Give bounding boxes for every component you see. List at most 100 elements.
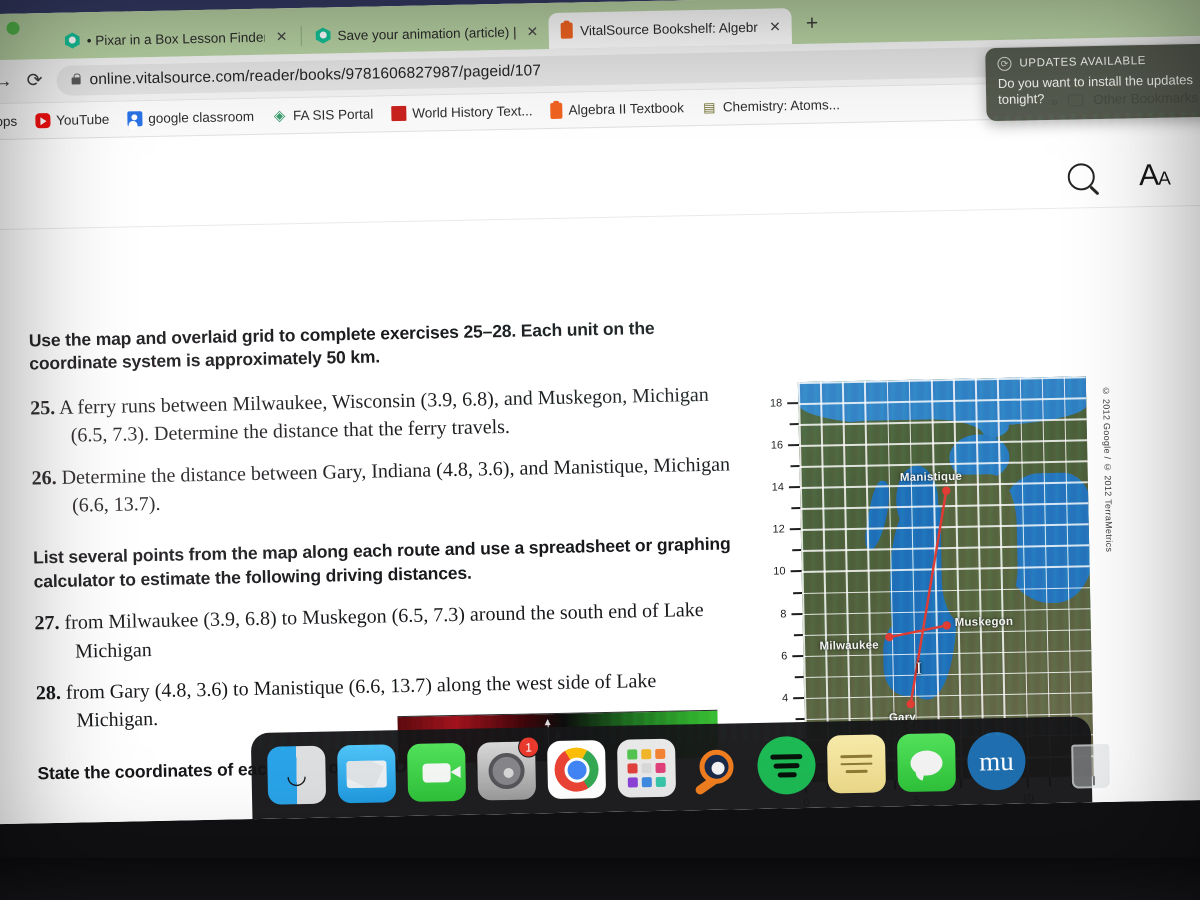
y-tick-8: 8 xyxy=(780,608,803,620)
reload-icon[interactable]: ⟳ xyxy=(26,69,42,92)
tab-close-icon[interactable]: ✕ xyxy=(272,28,292,45)
y-tick-label: 14 xyxy=(771,481,785,494)
update-notification[interactable]: ⟳ UPDATES AVAILABLE Do you want to insta… xyxy=(985,43,1200,121)
bookmark-label: Chemistry: Atoms... xyxy=(722,97,841,115)
tab-title: VitalSource Bookshelf: Algebra xyxy=(580,19,759,38)
exercise-27: 27. from Milwaukee (3.9, 6.8) to Muskego… xyxy=(34,596,735,667)
dock-item-messages[interactable] xyxy=(896,732,957,793)
dock-item-mail[interactable] xyxy=(337,744,397,804)
y-tick-14: 14 xyxy=(772,481,800,494)
vitalsource-icon xyxy=(561,22,574,39)
dock-item-trash[interactable] xyxy=(1061,730,1120,789)
exercise-number: 27. xyxy=(34,612,60,635)
exercise-text: A ferry runs between Milwaukee, Wisconsi… xyxy=(58,383,709,447)
y-tick-label: 10 xyxy=(773,565,786,579)
route-line xyxy=(909,490,948,705)
chrome-window: • Pixar in a Box Lesson Finder | ✕ Save … xyxy=(0,0,1200,825)
tab-title: • Pixar in a Box Lesson Finder | xyxy=(86,29,265,48)
dock-item-blender[interactable] xyxy=(687,737,746,797)
dock-item-musescore[interactable]: mu xyxy=(966,731,1027,791)
khan-academy-icon xyxy=(65,32,80,48)
tick-mark xyxy=(795,717,805,721)
map-label-manistique: Manistique xyxy=(899,470,963,484)
map-marker[interactable] xyxy=(942,486,951,495)
bookmark-algebra-ii-textbook[interactable]: Algebra II Textbook xyxy=(541,100,693,119)
search-icon[interactable] xyxy=(1067,163,1096,191)
y-tick-9 xyxy=(793,591,803,594)
map-marker[interactable] xyxy=(942,621,951,630)
y-tick-4: 4 xyxy=(781,692,805,705)
macos-dock: ◡ 1 mu xyxy=(250,716,1111,820)
screen-photo: Tab Window Help 3:58 ◉ ⌃ ⌕ ▤ • Pixar in … xyxy=(0,0,1200,900)
y-tick-12: 12 xyxy=(772,523,801,536)
exercise-number: 26. xyxy=(31,466,57,490)
musescore-icon: mu xyxy=(978,745,1015,777)
bookmark-chemistry-atoms[interactable]: ▤ Chemistry: Atoms... xyxy=(693,97,849,115)
launchpad-icon xyxy=(627,748,666,788)
map-credit: © 2012 Google / © 2012 TerraMetrics xyxy=(1100,385,1115,553)
tick-mark xyxy=(794,675,804,678)
dock-item-google-chrome[interactable] xyxy=(546,740,607,800)
tick-mark xyxy=(790,570,802,573)
bookmark-label: ops xyxy=(0,113,18,130)
tab-close-icon[interactable]: ✕ xyxy=(765,18,785,35)
update-badge: 1 xyxy=(517,736,540,758)
bookmark-fa-sis-portal[interactable]: ◈ FA SIS Portal xyxy=(263,106,383,125)
y-tick-label: 4 xyxy=(781,692,789,705)
dock-item-system-preferences[interactable]: 1 xyxy=(476,736,540,801)
exercise-25: 25. A ferry runs between Milwaukee, Wisc… xyxy=(30,380,731,451)
dock-item-facetime[interactable] xyxy=(407,742,467,802)
notification-title: UPDATES AVAILABLE xyxy=(1019,55,1147,70)
vitalsource-icon xyxy=(550,102,563,119)
bookmark-label: World History Text... xyxy=(412,103,533,121)
tick-mark xyxy=(791,507,801,510)
books-icon: ▤ xyxy=(703,99,716,115)
forward-icon[interactable]: → xyxy=(0,70,13,92)
mail-icon xyxy=(346,759,387,788)
font-size-icon[interactable]: AA xyxy=(1139,158,1170,193)
dock-item-launchpad[interactable] xyxy=(616,738,677,798)
lock-icon xyxy=(71,77,81,85)
text-cursor: I xyxy=(915,659,922,679)
tab-pixar-in-a-box[interactable]: • Pixar in a Box Lesson Finder | ✕ xyxy=(52,18,298,59)
schoology-icon: ◈ xyxy=(273,107,286,125)
tab-close-icon[interactable]: ✕ xyxy=(522,23,542,40)
instructions-mid: List several points from the map along e… xyxy=(32,533,731,592)
tick-mark xyxy=(789,423,799,426)
y-tick-label: 6 xyxy=(781,650,788,663)
map-marker[interactable] xyxy=(906,699,915,709)
spotify-icon xyxy=(770,753,803,778)
tab-save-your-animation[interactable]: Save your animation (article) | ✕ xyxy=(303,13,549,54)
google-classroom-icon xyxy=(127,111,143,127)
bookmark-ops[interactable]: ops xyxy=(0,114,26,130)
trash-icon xyxy=(1071,743,1111,789)
chrome-icon xyxy=(554,747,599,793)
maximize-button[interactable] xyxy=(6,21,20,35)
tab-vitalsource-bookshelf[interactable]: VitalSource Bookshelf: Algebra ✕ xyxy=(548,8,793,49)
dock-item-notes[interactable] xyxy=(826,734,887,794)
y-tick-3 xyxy=(795,717,805,721)
bookmark-google-classroom[interactable]: google classroom xyxy=(118,109,263,127)
new-tab-button[interactable]: + xyxy=(792,11,831,44)
tick-mark xyxy=(793,696,805,700)
gear-icon xyxy=(488,752,525,790)
bookmark-world-history[interactable]: World History Text... xyxy=(382,103,542,122)
y-tick-label: 16 xyxy=(770,439,784,452)
bookmark-label: google classroom xyxy=(148,108,255,127)
y-tick-13 xyxy=(791,507,801,510)
y-tick-6: 6 xyxy=(781,650,804,663)
bookmark-youtube[interactable]: YouTube xyxy=(26,112,118,129)
finder-icon: ◡ xyxy=(285,761,308,789)
tick-mark xyxy=(788,486,800,489)
window-traffic-lights xyxy=(0,21,20,36)
tick-mark xyxy=(790,465,800,468)
mcgraw-hill-icon xyxy=(391,105,407,122)
dock-item-finder[interactable]: ◡ xyxy=(267,745,327,805)
y-tick-label: 12 xyxy=(772,523,785,536)
dock-item-spotify[interactable] xyxy=(756,735,817,795)
exercise-number: 28. xyxy=(35,682,62,705)
url-text: online.vitalsource.com/reader/books/9781… xyxy=(89,61,542,88)
y-tick-18: 18 xyxy=(770,397,799,410)
map-marker[interactable] xyxy=(885,632,894,642)
bookmark-label: YouTube xyxy=(56,111,110,128)
